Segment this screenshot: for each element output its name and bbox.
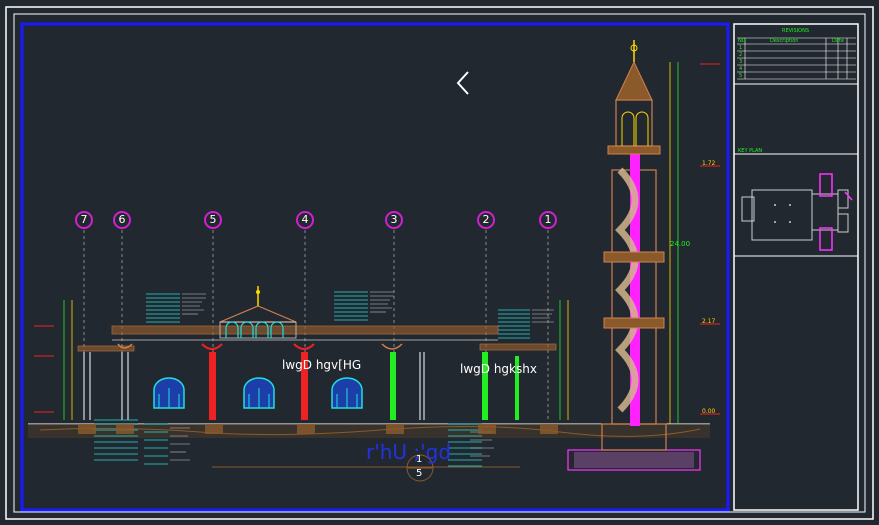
grid-bubble-1: 1 (539, 211, 557, 229)
grid-bubble-4: 4 (296, 211, 314, 229)
drawing-title: r'hU ;'gd (366, 440, 452, 464)
title-block (733, 23, 859, 511)
level-c-dim: 0.00 (702, 408, 716, 415)
tower-height-dimension: 24.00 (670, 240, 691, 248)
revisions-col-date: Date (832, 38, 844, 44)
grid-bubble-5: 5 (204, 211, 222, 229)
grid-bubble-2: 2 (477, 211, 495, 229)
revisions-col-description: Description (770, 38, 799, 44)
level-b-dim: 1.72 (702, 160, 716, 167)
grid-bubble-7: 7 (75, 211, 93, 229)
revisions-row-5: 5 (739, 73, 743, 79)
section-number-top: 1 (416, 454, 423, 465)
revisions-title: REVISIONS (782, 28, 810, 34)
left-section-label: lwgD hgv[HG (282, 358, 362, 372)
revisions-col-no: NO (738, 38, 746, 44)
grid-bubble-6: 6 (113, 211, 131, 229)
level-a-dim: 2.17 (702, 318, 716, 325)
section-number-bottom: 5 (416, 468, 423, 479)
right-section-label: lwgD hgkshx (460, 362, 537, 376)
revisions-row-1: 1 (739, 45, 743, 51)
chevron-left-icon[interactable] (452, 68, 474, 98)
grid-bubble-3: 3 (385, 211, 403, 229)
arched-windows (153, 377, 363, 409)
railing-blocks (94, 291, 530, 467)
revisions-row-4: 4 (739, 66, 743, 72)
revisions-row-3: 3 (739, 59, 743, 65)
key-plan-title: KEY PLAN (738, 148, 763, 154)
revisions-row-2: 2 (739, 52, 743, 58)
minaret-tower (567, 40, 720, 471)
main-building-elevation (77, 286, 558, 467)
key-plan-drawing (741, 173, 853, 251)
